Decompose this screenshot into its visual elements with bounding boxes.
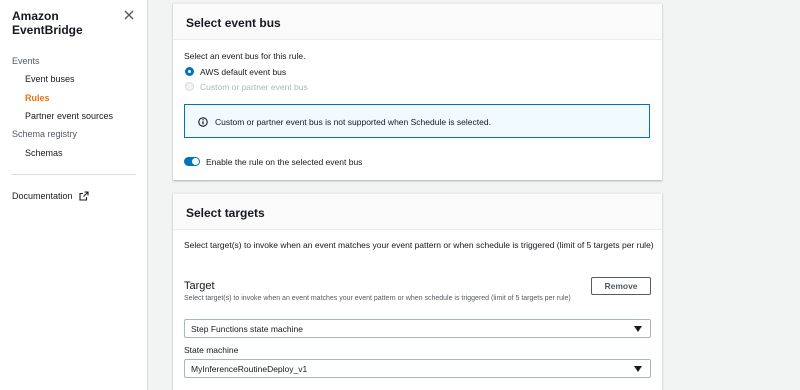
caret-down-icon <box>634 366 642 372</box>
sidebar: Amazon EventBridge Events Event buses Ru… <box>0 0 148 390</box>
radio-label-custom-partner: Custom or partner event bus <box>200 82 308 92</box>
enable-rule-toggle[interactable] <box>184 157 200 166</box>
sidebar-item-schemas[interactable]: Schemas <box>25 148 63 158</box>
event-bus-description: Select an event bus for this rule. <box>184 51 306 61</box>
target-heading: Target <box>184 280 215 292</box>
info-alert-text: Custom or partner event bus is not suppo… <box>215 117 491 127</box>
info-icon <box>198 117 208 127</box>
sidebar-divider <box>12 174 136 175</box>
sidebar-section-events: Events <box>12 56 40 66</box>
info-alert: Custom or partner event bus is not suppo… <box>184 104 650 138</box>
target-hint: Select target(s) to invoke when an event… <box>184 295 571 302</box>
radio-aws-default-bus[interactable] <box>185 67 194 76</box>
event-bus-panel: Select event bus Select an event bus for… <box>173 3 662 180</box>
remove-target-button[interactable]: Remove <box>591 277 651 295</box>
toggle-knob <box>192 158 199 165</box>
radio-label-aws-default[interactable]: AWS default event bus <box>200 67 286 77</box>
target-type-select[interactable]: Step Functions state machine <box>184 319 651 338</box>
target-type-value: Step Functions state machine <box>191 324 303 334</box>
service-title: Amazon EventBridge <box>12 9 112 37</box>
sidebar-item-rules[interactable]: Rules <box>25 93 50 103</box>
sidebar-item-partner-event-sources[interactable]: Partner event sources <box>25 111 113 121</box>
service-title-line2: EventBridge <box>12 23 83 37</box>
close-icon[interactable] <box>122 8 136 22</box>
event-bus-panel-title: Select event bus <box>173 4 662 40</box>
caret-down-icon <box>634 326 642 332</box>
service-title-line1: Amazon <box>12 9 59 23</box>
external-link-icon <box>79 191 89 201</box>
documentation-label: Documentation <box>12 191 73 201</box>
enable-rule-label: Enable the rule on the selected event bu… <box>206 157 363 167</box>
state-machine-value: MyInferenceRoutineDeploy_v1 <box>191 364 308 374</box>
state-machine-select[interactable]: MyInferenceRoutineDeploy_v1 <box>184 359 651 378</box>
targets-description: Select target(s) to invoke when an event… <box>184 240 654 250</box>
radio-custom-partner-bus <box>185 82 194 91</box>
state-machine-label: State machine <box>184 345 239 355</box>
sidebar-item-schema-registry[interactable]: Schema registry <box>12 129 77 139</box>
targets-panel-title: Select targets <box>173 194 662 230</box>
targets-panel: Select targets Select target(s) to invok… <box>173 193 662 390</box>
documentation-link[interactable]: Documentation <box>12 191 89 201</box>
sidebar-item-event-buses[interactable]: Event buses <box>25 74 75 84</box>
